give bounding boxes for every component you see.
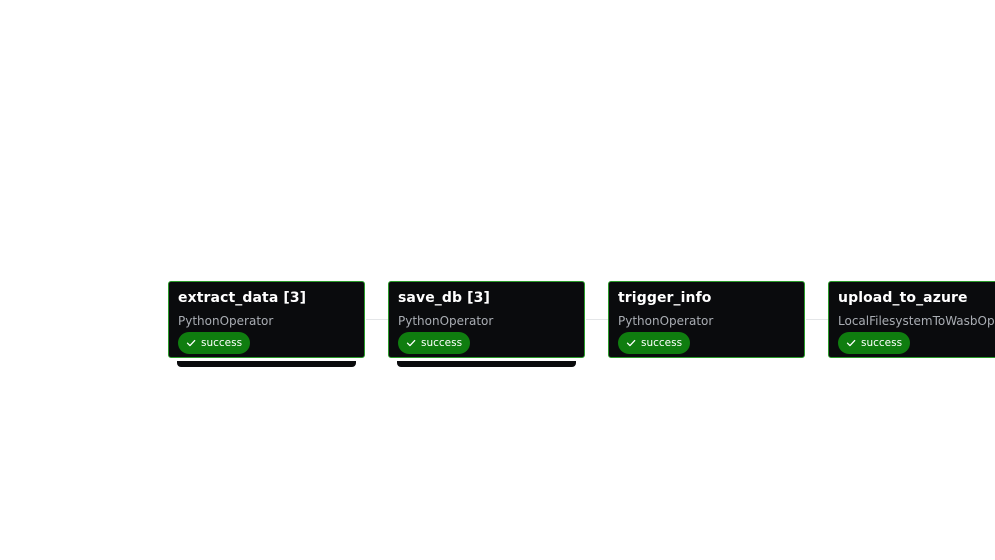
task-node-upload-to-azure[interactable]: upload_to_azure LocalFilesystemToWasbOpe… xyxy=(828,281,995,358)
check-icon xyxy=(406,339,416,347)
status-badge: success xyxy=(838,332,911,354)
task-node-save-db[interactable]: save_db [3] PythonOperator success xyxy=(388,281,585,366)
task-operator: PythonOperator xyxy=(618,314,714,328)
task-node-trigger-info[interactable]: trigger_info PythonOperator success xyxy=(608,281,805,358)
check-icon xyxy=(186,339,196,347)
status-badge: success xyxy=(618,332,691,354)
status-label: success xyxy=(421,337,463,349)
status-badge: success xyxy=(398,332,471,354)
edge-trigger-to-upload xyxy=(806,319,828,320)
task-title: upload_to_azure xyxy=(838,290,968,306)
task-operator: PythonOperator xyxy=(178,314,274,328)
task-operator: LocalFilesystemToWasbOperator xyxy=(838,314,995,328)
task-node-extract-data[interactable]: extract_data [3] PythonOperator success xyxy=(168,281,365,366)
task-title: extract_data [3] xyxy=(178,290,307,306)
check-icon xyxy=(626,339,636,347)
check-icon xyxy=(846,339,856,347)
status-label: success xyxy=(641,337,683,349)
task-title: trigger_info xyxy=(618,290,712,306)
task-title: save_db [3] xyxy=(398,290,490,306)
status-badge: success xyxy=(178,332,251,354)
status-label: success xyxy=(201,337,243,349)
edge-save-to-trigger xyxy=(586,319,608,320)
edge-extract-to-save xyxy=(366,319,388,320)
status-label: success xyxy=(861,337,903,349)
dag-graph-canvas[interactable]: extract_data [3] PythonOperator success … xyxy=(0,0,995,560)
task-operator: PythonOperator xyxy=(398,314,494,328)
